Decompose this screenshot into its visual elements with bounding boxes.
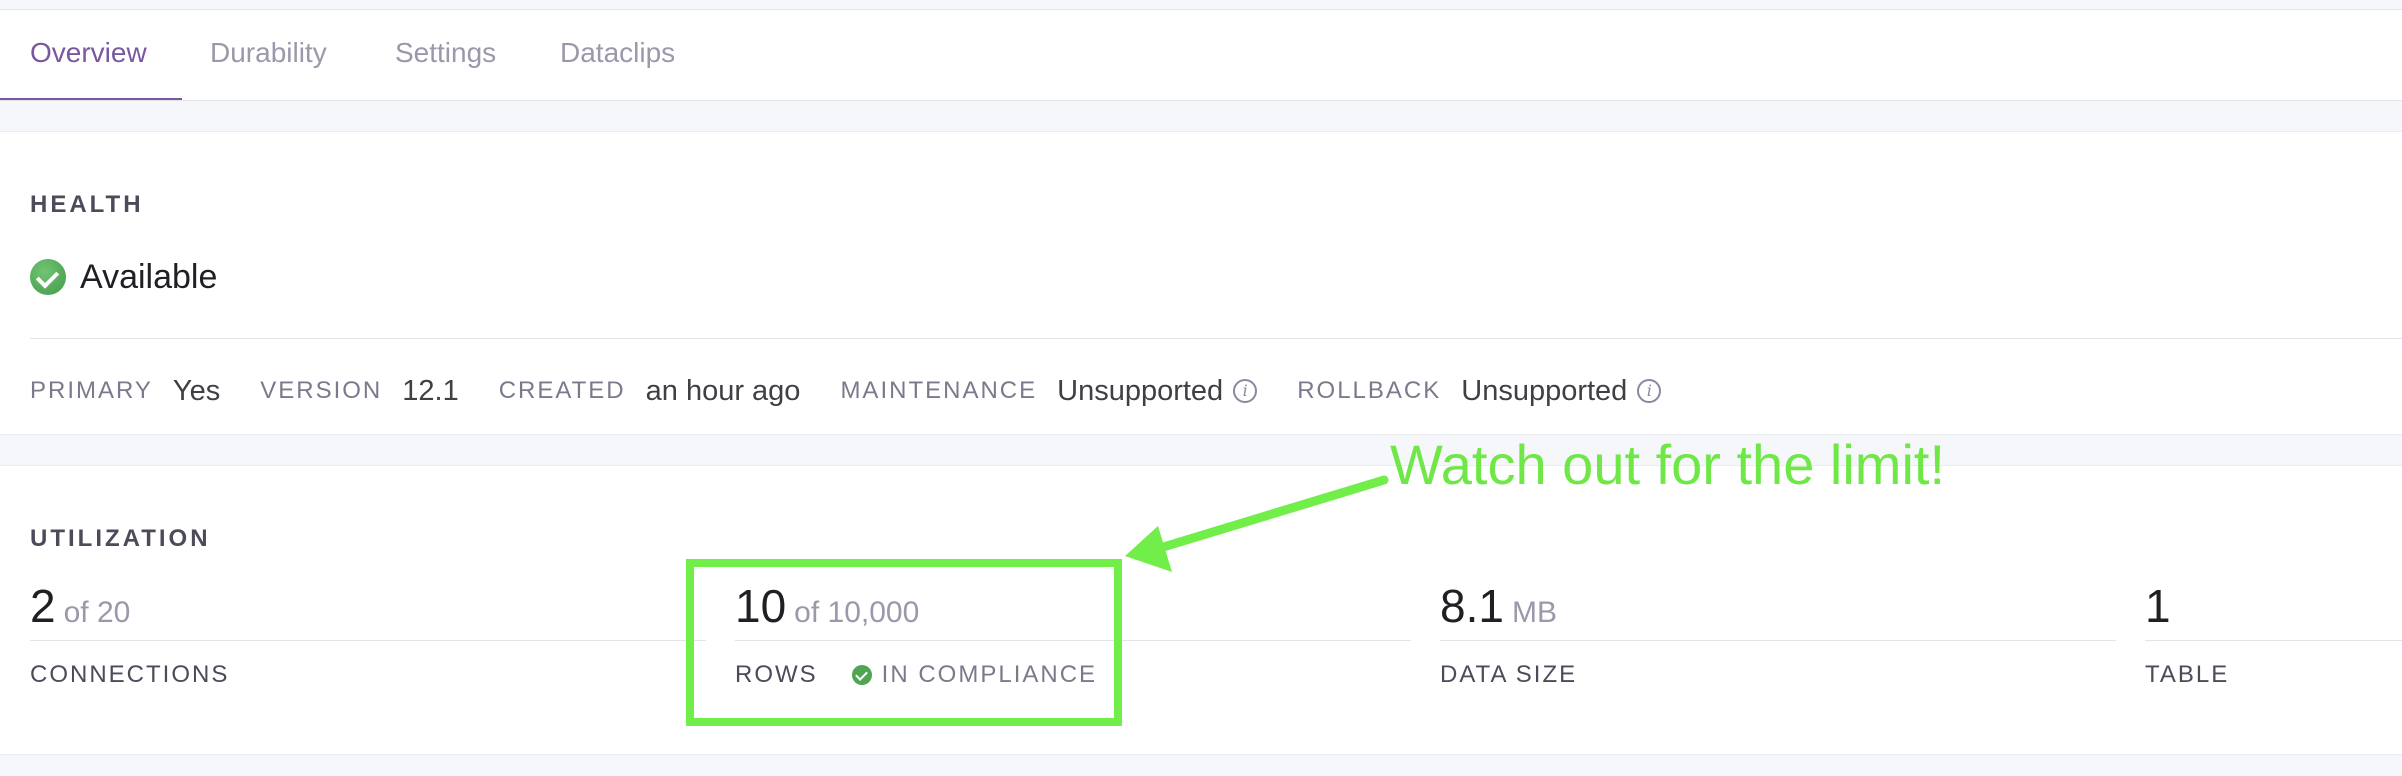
annotation-highlight-box <box>686 559 1122 726</box>
tab-overview[interactable]: Overview <box>0 10 182 100</box>
info-icon[interactable]: i <box>1233 379 1258 403</box>
tab-bar: Overview Durability Settings Dataclips <box>0 10 2402 101</box>
primary-label: PRIMARY <box>30 377 153 404</box>
metric-label: CONNECTIONS <box>30 661 230 688</box>
rollback-value: Unsupported <box>1461 374 1628 407</box>
health-title: HEALTH <box>30 191 144 218</box>
created-value: an hour ago <box>645 374 801 407</box>
utilization-panel: UTILIZATION 2 of 20 CONNECTIONS 10 of 10,0… <box>0 465 2402 755</box>
divider <box>2145 640 2402 641</box>
check-circle-icon <box>30 259 66 295</box>
maintenance-label: MAINTENANCE <box>840 377 1038 404</box>
status-text: Available <box>80 257 218 296</box>
metric-unit: MB <box>1511 596 1557 629</box>
primary-value: Yes <box>172 374 221 407</box>
metric-value: 2 <box>30 580 56 632</box>
utilization-title: UTILIZATION <box>30 525 211 552</box>
metric-connections: 2 of 20 CONNECTIONS <box>30 576 706 689</box>
tab-dataclips[interactable]: Dataclips <box>560 10 675 100</box>
meta-row: PRIMARY Yes VERSION 12.1 CREATED an hour… <box>30 371 1701 411</box>
metric-value: 1 <box>2145 580 2171 632</box>
info-icon[interactable]: i <box>1637 379 1662 403</box>
tab-settings[interactable]: Settings <box>395 10 496 100</box>
metric-tables: 1 TABLE <box>2145 576 2402 689</box>
created-label: CREATED <box>498 377 626 404</box>
health-status: Available <box>30 257 217 297</box>
maintenance-value: Unsupported <box>1057 374 1224 407</box>
divider <box>30 640 706 641</box>
version-value: 12.1 <box>402 374 459 407</box>
metric-label: TABLE <box>2145 661 2230 688</box>
divider <box>1440 640 2116 641</box>
metric-data-size: 8.1 MB DATA SIZE <box>1440 576 2116 689</box>
metric-value: 8.1 <box>1440 580 1504 632</box>
metric-label: DATA SIZE <box>1440 661 1578 688</box>
annotation-text: Watch out for the limit! <box>1390 433 1945 496</box>
health-panel: HEALTH Available PRIMARY Yes VERSION 12.… <box>0 131 2402 435</box>
rollback-label: ROLLBACK <box>1297 377 1442 404</box>
version-label: VERSION <box>260 377 383 404</box>
divider <box>30 338 2402 339</box>
metric-limit: of 20 <box>63 596 131 629</box>
tab-durability[interactable]: Durability <box>210 10 327 100</box>
top-strip <box>0 0 2402 10</box>
